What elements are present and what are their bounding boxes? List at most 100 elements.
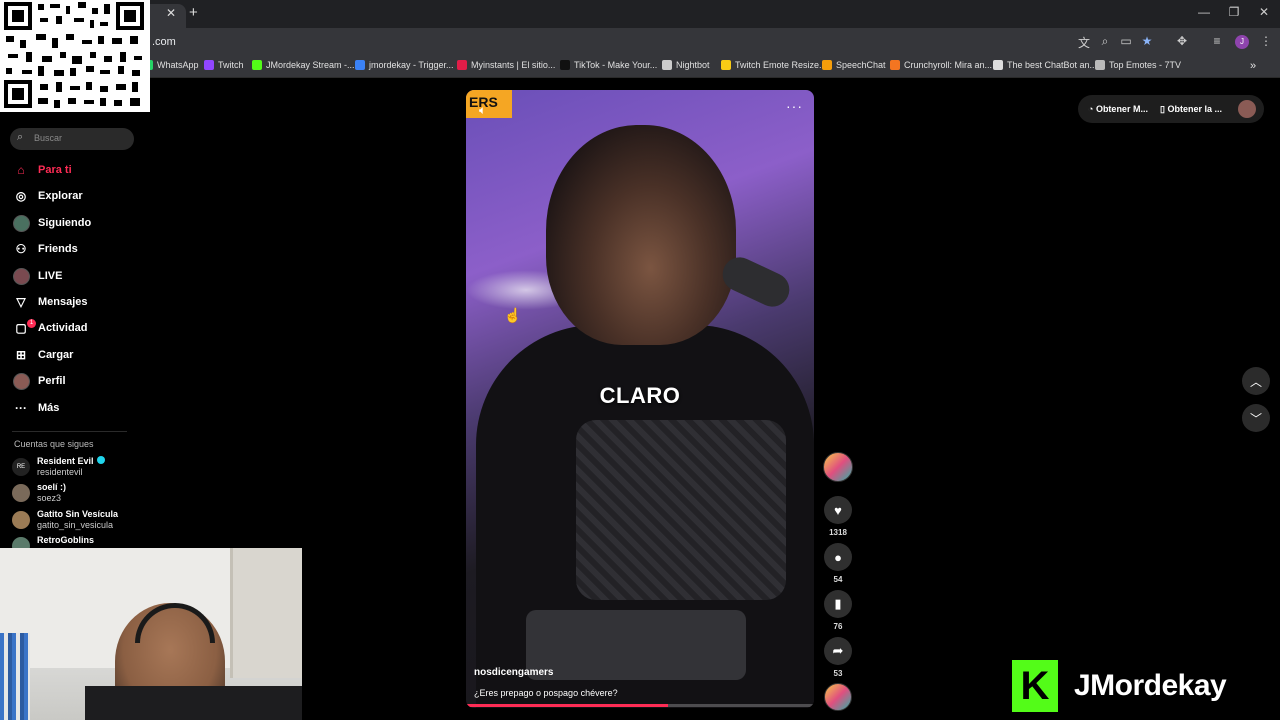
- search-icon: ⌕: [17, 131, 24, 143]
- bookmark-favicon: [560, 60, 570, 70]
- account-name: RetroGoblins: [37, 535, 95, 545]
- user-avatar[interactable]: [1238, 100, 1256, 118]
- translate-icon[interactable]: 文: [1076, 34, 1092, 51]
- account-username: residentevil: [37, 467, 83, 477]
- cast-icon[interactable]: ▭: [1118, 34, 1134, 48]
- nav-item-mensajes[interactable]: ▽ Mensajes: [12, 291, 87, 313]
- bookmark-icon[interactable]: ▮: [824, 590, 852, 618]
- bookmark-favicon: [721, 60, 731, 70]
- more-bookmarks-icon[interactable]: »: [1250, 60, 1256, 72]
- nav-item-explorar[interactable]: ◎ Explorar: [12, 185, 83, 207]
- account-name: soelí :): [37, 482, 67, 492]
- like-action[interactable]: ♥ 1318: [824, 496, 852, 537]
- media-icon[interactable]: ≡: [1209, 34, 1225, 48]
- video-stream-deck: [526, 610, 746, 680]
- bookmark-item[interactable]: WhatsApp: [143, 60, 199, 70]
- nav-label: Explorar: [38, 190, 83, 202]
- search-input[interactable]: Buscar: [34, 133, 62, 143]
- share-icon[interactable]: ➦: [824, 637, 852, 665]
- menu-kebab-icon[interactable]: ⋮: [1258, 34, 1274, 48]
- browser-toolbar: .com 文 ⌕ ▭ ★ ✥ ≡ J ⋮: [0, 28, 1280, 56]
- video-player[interactable]: ERS 🔈︎ ··· CLARO nosdicengamers ¿Eres pr…: [466, 90, 814, 708]
- get-desktop-button[interactable]: ▯ Obtener la ...: [1160, 104, 1222, 115]
- streamer-brand: K JMordekay: [1012, 660, 1227, 712]
- bookmark-favicon: [993, 60, 1003, 70]
- live-avatar-icon: [12, 267, 30, 285]
- nav-item-actividad[interactable]: ▢ Actividad: [12, 317, 87, 339]
- friends-icon: ⚇: [15, 242, 27, 256]
- save-count: 76: [833, 622, 843, 631]
- heart-icon[interactable]: ♥: [824, 496, 852, 524]
- nav-item-para-ti[interactable]: ⌂ Para ti: [12, 159, 71, 181]
- bookmark-item[interactable]: SpeechChat: [822, 60, 886, 70]
- close-tab-icon[interactable]: ✕: [166, 6, 176, 20]
- nav-item-live[interactable]: LIVE: [12, 265, 62, 287]
- creator-avatar[interactable]: [823, 452, 853, 482]
- get-app-button[interactable]: ◔ Obtener M...: [1088, 104, 1148, 114]
- address-bar[interactable]: .com: [152, 36, 176, 48]
- nav-item-siguiendo[interactable]: Siguiendo: [12, 212, 91, 234]
- new-tab-icon[interactable]: +: [189, 4, 198, 21]
- video-microphone: [717, 251, 795, 313]
- nav-label: Siguiendo: [38, 217, 92, 229]
- like-count: 1318: [829, 528, 847, 537]
- bookmark-favicon: [822, 60, 832, 70]
- bookmark-item[interactable]: The best ChatBot an...: [993, 60, 1097, 70]
- comment-icon[interactable]: ●: [824, 543, 852, 571]
- bookmark-star-icon[interactable]: ★: [1139, 34, 1155, 48]
- bookmark-item[interactable]: Crunchyroll: Mira an...: [890, 60, 992, 70]
- share-action[interactable]: ➦ 53: [824, 637, 852, 678]
- bookmark-favicon: [252, 60, 262, 70]
- close-window-icon[interactable]: ✕: [1254, 5, 1274, 19]
- save-action[interactable]: ▮ 76: [824, 590, 852, 631]
- previous-video-chevron-up-icon[interactable]: ︿: [1242, 367, 1270, 395]
- comment-count: 54: [833, 575, 843, 584]
- monitor-shape: [85, 686, 302, 720]
- following-account[interactable]: RE Resident Evil residentevil: [12, 456, 105, 478]
- nav-label: Perfil: [38, 375, 66, 387]
- video-username[interactable]: nosdicengamers: [474, 667, 553, 678]
- bookmark-item[interactable]: TikTok - Make Your...: [560, 60, 657, 70]
- streamer-name: JMordekay: [1074, 669, 1227, 702]
- restore-icon[interactable]: ❐: [1224, 5, 1244, 19]
- bookmark-item[interactable]: Myinstants | El sitio...: [457, 60, 555, 70]
- bookmark-item[interactable]: Twitch Emote Resize...: [721, 60, 827, 70]
- compass-icon: ◎: [15, 189, 27, 203]
- bookmark-item[interactable]: Nightbot: [662, 60, 710, 70]
- bookmark-favicon: [457, 60, 467, 70]
- nav-item-mas[interactable]: ··· Más: [12, 397, 59, 419]
- music-disc-avatar[interactable]: [824, 683, 852, 711]
- nav-label: Más: [38, 402, 60, 414]
- home-icon: ⌂: [17, 163, 25, 177]
- bookmark-item[interactable]: Twitch: [204, 60, 244, 70]
- account-name: Resident Evil: [37, 456, 94, 466]
- bookmark-item[interactable]: JMordekay Stream -...: [252, 60, 355, 70]
- next-video-chevron-down-icon[interactable]: ﹀: [1242, 404, 1270, 432]
- sidebar-divider: [12, 431, 127, 432]
- channel-logo: ERS: [466, 90, 512, 118]
- search-bar[interactable]: ⌕ Buscar: [10, 128, 134, 150]
- following-account[interactable]: soelí :) soez3: [12, 482, 66, 504]
- more-icon: ···: [15, 401, 27, 415]
- profile-avatar[interactable]: J: [1235, 35, 1249, 49]
- following-account[interactable]: Gatito Sin Vesícula gatito_sin_vesicula: [12, 509, 118, 531]
- bookmark-favicon: [204, 60, 214, 70]
- minimize-icon[interactable]: —: [1194, 5, 1214, 19]
- qr-code: [0, 0, 150, 112]
- comment-action[interactable]: ● 54: [824, 543, 852, 584]
- following-accounts-title: Cuentas que sigues: [14, 439, 94, 449]
- nav-label: LIVE: [38, 270, 63, 282]
- speaker-icon[interactable]: 🔈︎: [479, 103, 486, 118]
- zoom-icon[interactable]: ⌕: [1097, 34, 1113, 49]
- account-avatar: RE: [12, 458, 30, 476]
- extensions-icon[interactable]: ✥: [1174, 34, 1190, 48]
- video-shirt-graphic: [576, 420, 786, 600]
- nav-item-perfil[interactable]: Perfil: [12, 370, 66, 392]
- nav-item-cargar[interactable]: ⊞ Cargar: [12, 344, 74, 366]
- mouse-cursor-icon: ☝: [504, 307, 522, 323]
- nav-item-friends[interactable]: ⚇ Friends: [12, 238, 78, 260]
- more-options-icon[interactable]: ···: [786, 98, 803, 114]
- bookmark-item[interactable]: jmordekay - Trigger...: [355, 60, 454, 70]
- bookmark-item[interactable]: Top Emotes - 7TV: [1095, 60, 1181, 70]
- share-count: 53: [833, 669, 843, 678]
